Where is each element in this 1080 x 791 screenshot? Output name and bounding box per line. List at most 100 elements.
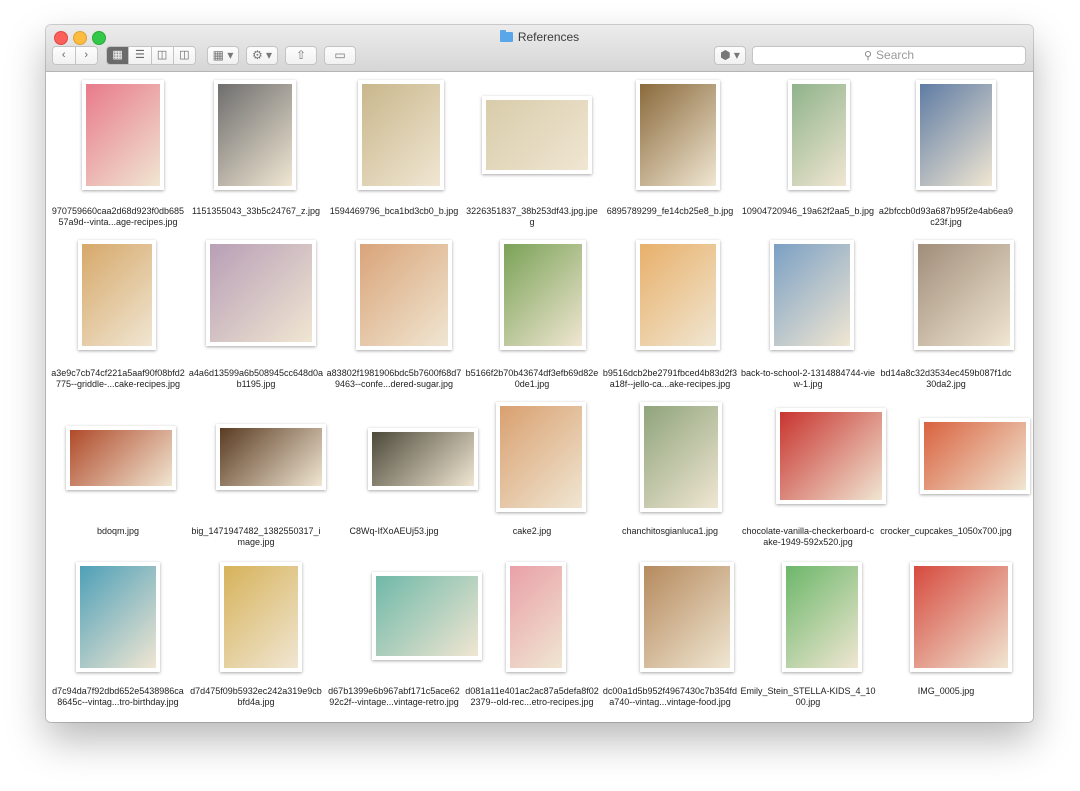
file-name-label[interactable]: 1594469796_bca1bd3cb0_b.jpg bbox=[326, 206, 462, 217]
thumbnail-image bbox=[360, 244, 448, 346]
file-thumbnail[interactable] bbox=[214, 80, 296, 190]
thumbnail-image bbox=[786, 566, 858, 668]
file-thumbnail[interactable] bbox=[782, 562, 862, 672]
thumbnail-image bbox=[362, 84, 440, 186]
toolbar: References ‹ › ▦ ☰ ◫ ◫ ▦ ▾ ⚙ ▾ ⇧ ▭ ⬢ ▾ ⚲… bbox=[46, 25, 1033, 72]
file-grid: 970759660caa2d68d923f0db68557a9d--vinta.… bbox=[46, 72, 1033, 722]
share-button[interactable]: ⇧ bbox=[285, 46, 317, 65]
file-name-label[interactable]: crocker_cupcakes_1050x700.jpg bbox=[878, 526, 1014, 537]
file-thumbnail[interactable] bbox=[506, 562, 566, 672]
cover-flow-view-button[interactable]: ◫ bbox=[173, 47, 195, 64]
file-thumbnail[interactable] bbox=[482, 96, 592, 174]
file-name-label[interactable]: a4a6d13599a6b508945cc648d0ab1195.jpg bbox=[188, 368, 324, 390]
file-thumbnail[interactable] bbox=[206, 240, 316, 346]
search-field[interactable]: ⚲ Search bbox=[752, 46, 1026, 65]
thumbnail-image bbox=[82, 244, 152, 346]
file-name-label[interactable]: 6895789299_fe14cb25e8_b.jpg bbox=[602, 206, 738, 217]
window-title: References bbox=[46, 29, 1033, 45]
file-thumbnail[interactable] bbox=[640, 562, 734, 672]
file-name-label[interactable]: big_1471947482_1382550317_image.jpg bbox=[188, 526, 324, 548]
file-thumbnail[interactable] bbox=[372, 572, 482, 660]
file-name-label[interactable]: chanchitosgianluca1.jpg bbox=[602, 526, 738, 537]
file-name-label[interactable]: a83802f1981906bdc5b7600f68d79463--confe.… bbox=[326, 368, 462, 390]
cover-flow-icon: ◫ bbox=[179, 49, 190, 61]
thumbnail-image bbox=[224, 566, 298, 668]
file-name-label[interactable]: cake2.jpg bbox=[464, 526, 600, 537]
file-thumbnail[interactable] bbox=[78, 240, 156, 350]
file-name-label[interactable]: a3e9c7cb74cf221a5aaf90f08bfd2775--griddl… bbox=[50, 368, 186, 390]
arrange-button[interactable]: ▦ ▾ bbox=[207, 46, 239, 65]
file-thumbnail[interactable] bbox=[496, 402, 586, 512]
file-name-label[interactable]: bd14a8c32d3534ec459b087f1dc30da2.jpg bbox=[878, 368, 1014, 390]
file-name-label[interactable]: IMG_0005.jpg bbox=[878, 686, 1014, 697]
file-thumbnail[interactable] bbox=[636, 80, 720, 190]
navigation-buttons: ‹ › bbox=[52, 46, 98, 65]
file-name-label[interactable]: 1151355043_33b5c24767_z.jpg bbox=[188, 206, 324, 217]
thumbnail-image bbox=[924, 422, 1026, 490]
file-thumbnail[interactable] bbox=[636, 240, 720, 350]
list-view-button[interactable]: ☰ bbox=[129, 47, 152, 64]
thumbnail-image bbox=[644, 406, 718, 508]
thumbnail-image bbox=[780, 412, 882, 500]
file-name-label[interactable]: Emily_Stein_STELLA-KIDS_4_1000.jpg bbox=[740, 686, 876, 708]
dropbox-button[interactable]: ⬢ ▾ bbox=[714, 46, 746, 65]
column-view-button[interactable]: ◫ bbox=[151, 47, 174, 64]
thumbnail-image bbox=[644, 566, 730, 668]
file-thumbnail[interactable] bbox=[776, 408, 886, 504]
thumbnail-image bbox=[914, 566, 1008, 668]
thumbnail-image bbox=[792, 84, 846, 186]
tag-button[interactable]: ▭ bbox=[324, 46, 356, 65]
file-name-label[interactable]: d67b1399e6b967abf171c5ace6292c2f--vintag… bbox=[326, 686, 462, 708]
thumbnail-image bbox=[510, 566, 562, 668]
file-name-label[interactable]: dc00a1d5b952f4967430c7b354fda740--vintag… bbox=[602, 686, 738, 708]
search-icon: ⚲ bbox=[863, 50, 873, 62]
file-thumbnail[interactable] bbox=[82, 80, 164, 190]
file-thumbnail[interactable] bbox=[920, 418, 1030, 494]
file-thumbnail[interactable] bbox=[914, 240, 1014, 350]
file-thumbnail[interactable] bbox=[66, 426, 176, 490]
thumbnail-image bbox=[70, 430, 172, 486]
file-name-label[interactable]: C8Wq-IfXoAEUj53.jpg bbox=[326, 526, 462, 537]
thumbnail-image bbox=[86, 84, 160, 186]
file-name-label[interactable]: d7d475f09b5932ec242a319e9cbbfd4a.jpg bbox=[188, 686, 324, 708]
file-name-label[interactable]: back-to-school-2-1314884744-view-1.jpg bbox=[740, 368, 876, 390]
file-name-label[interactable]: d081a11e401ac2ac87a5defa8f022379--old-re… bbox=[464, 686, 600, 708]
file-thumbnail[interactable] bbox=[368, 428, 478, 490]
back-button[interactable]: ‹ bbox=[53, 47, 76, 64]
thumbnail-image bbox=[920, 84, 992, 186]
file-thumbnail[interactable] bbox=[500, 240, 586, 350]
file-thumbnail[interactable] bbox=[356, 240, 452, 350]
columns-icon: ◫ bbox=[156, 49, 168, 61]
file-name-label[interactable]: a2bfccb0d93a687b95f2e4ab6ea9c23f.jpg bbox=[878, 206, 1014, 228]
thumbnail-image bbox=[918, 244, 1010, 346]
file-thumbnail[interactable] bbox=[216, 424, 326, 490]
forward-button[interactable]: › bbox=[75, 47, 97, 64]
thumbnail-image bbox=[220, 428, 322, 486]
file-name-label[interactable]: chocolate-vanilla-checkerboard-cake-1949… bbox=[740, 526, 876, 548]
file-thumbnail[interactable] bbox=[910, 562, 1012, 672]
thumbnail-image bbox=[774, 244, 850, 346]
file-name-label[interactable]: bdoqm.jpg bbox=[50, 526, 186, 537]
chevron-left-icon: ‹ bbox=[61, 49, 66, 61]
icon-view-button[interactable]: ▦ bbox=[107, 47, 130, 64]
file-name-label[interactable]: 3226351837_38b253df43.jpg.jpeg bbox=[464, 206, 600, 228]
file-name-label[interactable]: d7c94da7f92dbd652e5438986ca8645c--vintag… bbox=[50, 686, 186, 708]
thumbnail-image bbox=[210, 244, 312, 342]
file-thumbnail[interactable] bbox=[76, 562, 160, 672]
file-thumbnail[interactable] bbox=[358, 80, 444, 190]
file-thumbnail[interactable] bbox=[220, 562, 302, 672]
file-thumbnail[interactable] bbox=[916, 80, 996, 190]
thumbnail-image bbox=[640, 84, 716, 186]
file-thumbnail[interactable] bbox=[640, 402, 722, 512]
file-name-label[interactable]: 10904720946_19a62f2aa5_b.jpg bbox=[740, 206, 876, 217]
file-name-label[interactable]: 970759660caa2d68d923f0db68557a9d--vinta.… bbox=[50, 206, 186, 228]
file-thumbnail[interactable] bbox=[770, 240, 854, 350]
list-icon: ☰ bbox=[134, 49, 145, 61]
tag-icon: ▭ bbox=[334, 48, 346, 62]
file-name-label[interactable]: b9516dcb2be2791fbced4b83d2f3a18f--jello-… bbox=[602, 368, 738, 390]
finder-window: References ‹ › ▦ ☰ ◫ ◫ ▦ ▾ ⚙ ▾ ⇧ ▭ ⬢ ▾ ⚲… bbox=[46, 25, 1033, 722]
thumbnail-image bbox=[80, 566, 156, 668]
action-button[interactable]: ⚙ ▾ bbox=[246, 46, 278, 65]
file-name-label[interactable]: b5166f2b70b43674df3efb69d82e0de1.jpg bbox=[464, 368, 600, 390]
file-thumbnail[interactable] bbox=[788, 80, 850, 190]
